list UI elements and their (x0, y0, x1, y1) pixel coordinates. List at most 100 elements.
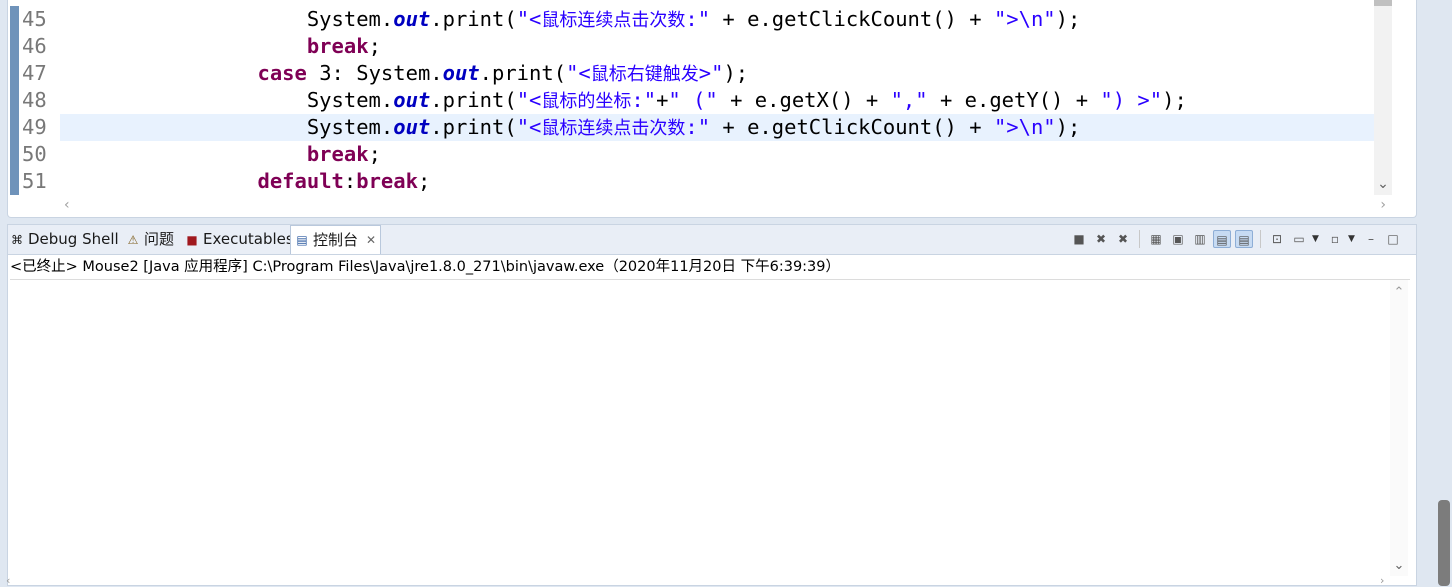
change-marker (10, 87, 19, 114)
scroll-lock-button[interactable]: ▣ (1169, 230, 1187, 248)
code-token: + e.getX() + (717, 88, 891, 112)
scroll-down-arrow-icon[interactable]: ⌄ (1392, 558, 1406, 574)
code-token: :" (685, 7, 711, 31)
code-token: break (306, 142, 369, 166)
tab-debug-shell[interactable]: ⌘ Debug Shell (10, 225, 119, 254)
console-vertical-scrollbar[interactable] (1390, 280, 1408, 576)
code-token: 鼠标的坐标 (541, 91, 632, 112)
code-token: .print( (430, 88, 517, 112)
change-marker (10, 33, 19, 60)
editor-horizontal-scrollbar[interactable]: ‹ › (60, 196, 1390, 214)
show-stdout-button[interactable]: ▤ (1213, 230, 1231, 248)
code-token: >" (698, 61, 724, 85)
code-line[interactable]: case 3: System.out.print("<鼠标右键触发>"); (60, 60, 1380, 87)
view-tab-bar: ⌘ Debug Shell ⚠ 问题 ■ Executables ▤ 控制台 ✕ ■ ✖ ✖ ▦ ▣ ▥ ▤… (8, 225, 1416, 255)
clear-console-button[interactable]: ▦ (1147, 230, 1165, 248)
code-token: + e.getClickCount() + (710, 115, 994, 139)
scroll-down-arrow-icon[interactable]: ⌄ (1376, 176, 1390, 192)
toolbar-separator (1260, 230, 1261, 248)
code-token: + (656, 88, 669, 112)
code-line[interactable]: default:break; (60, 168, 1380, 195)
code-token: ); (1055, 115, 1081, 139)
scroll-right-arrow-icon[interactable]: › (1372, 196, 1386, 214)
scroll-right-arrow-icon[interactable]: › (1380, 574, 1384, 587)
code-token: 鼠标右键触发 (590, 64, 699, 85)
tab-label: 问题 (144, 230, 175, 248)
code-token: System. (60, 88, 394, 112)
code-token: 鼠标连续点击次数 (541, 10, 686, 31)
code-line[interactable]: break; (60, 141, 1380, 168)
problems-icon: ⚠ (127, 232, 139, 247)
code-token: "< (516, 115, 542, 139)
code-token: ); (1055, 7, 1081, 31)
scroll-up-arrow-icon[interactable]: ⌃ (1392, 285, 1406, 301)
word-wrap-button[interactable]: ▥ (1191, 230, 1209, 248)
code-token: out (393, 115, 431, 139)
code-token: :" (631, 88, 657, 112)
code-token: out (442, 61, 480, 85)
scroll-left-arrow-icon[interactable]: ‹ (64, 196, 78, 214)
line-number: 50 (22, 142, 47, 166)
code-token: case (257, 61, 307, 85)
editor-scroll-thumb[interactable] (1374, 0, 1392, 6)
toolbar-separator (1139, 230, 1140, 248)
code-token: + e.getY() + (927, 88, 1101, 112)
editor-vertical-scrollbar[interactable] (1374, 0, 1392, 195)
code-token: + e.getClickCount() + (710, 7, 994, 31)
code-line[interactable]: System.out.print("<鼠标的坐标:"+" (" + e.getX… (60, 87, 1380, 114)
console-output[interactable] (8, 280, 1396, 585)
remove-launch-button[interactable]: ✖ (1092, 230, 1110, 248)
line-number: 51 (22, 169, 47, 193)
code-token: .print( (479, 61, 567, 85)
window-scroll-thumb[interactable] (1438, 500, 1450, 586)
console-panel: ⌘ Debug Shell ⚠ 问题 ■ Executables ▤ 控制台 ✕ ■ ✖ ✖ ▦ ▣ ▥ ▤… (7, 224, 1417, 586)
console-status-line: <已终止> Mouse2 [Java 应用程序] C:\Program File… (10, 255, 1410, 280)
tab-executables[interactable]: ■ Executables (185, 225, 294, 254)
terminate-button[interactable]: ■ (1070, 230, 1088, 248)
code-token: "< (516, 7, 542, 31)
code-token: ); (723, 61, 749, 85)
code-line[interactable]: break; (60, 33, 1380, 60)
close-tab-icon[interactable]: ✕ (366, 226, 376, 255)
line-number: 47 (22, 61, 47, 85)
minimize-button[interactable]: – (1362, 230, 1380, 248)
code-token: ">\n" (993, 7, 1056, 31)
annotation-ruler (8, 0, 22, 195)
maximize-button[interactable]: □ (1384, 230, 1402, 248)
scroll-left-arrow-icon[interactable]: ‹ (6, 574, 10, 587)
code-area[interactable]: System.out.print("<鼠标连续点击次数:" + e.getCli… (60, 0, 1380, 195)
open-console-button[interactable]: ▫ (1326, 230, 1344, 248)
code-token: ; (417, 169, 431, 193)
code-token: ; (368, 142, 381, 166)
code-token: .print( (430, 115, 517, 139)
dropdown-arrow-icon[interactable]: ▼ (1348, 230, 1358, 248)
code-token: "," (890, 88, 928, 112)
tab-console[interactable]: ▤ 控制台 ✕ (290, 225, 382, 255)
tab-label: Debug Shell (28, 230, 119, 248)
code-token: out (393, 88, 431, 112)
tab-problems[interactable]: ⚠ 问题 (126, 225, 174, 254)
dropdown-arrow-icon[interactable]: ▼ (1312, 230, 1322, 248)
tab-label: Executables (203, 230, 294, 248)
change-marker (10, 114, 19, 141)
code-token: System. (60, 7, 394, 31)
show-stderr-button[interactable]: ▤ (1235, 230, 1253, 248)
console-icon: ▤ (296, 233, 308, 247)
line-number: 46 (22, 34, 47, 58)
tab-label: 控制台 (313, 230, 359, 249)
code-token: :" (685, 115, 711, 139)
remove-all-terminated-button[interactable]: ✖ (1114, 230, 1132, 248)
code-line[interactable]: System.out.print("<鼠标连续点击次数:" + e.getCli… (60, 6, 1380, 33)
code-editor[interactable]: System.out.print("<鼠标连续点击次数:" + e.getCli… (7, 0, 1417, 218)
code-token: ") >" (1100, 88, 1163, 112)
code-token: default (257, 169, 344, 193)
display-console-button[interactable]: ▭ (1290, 230, 1308, 248)
code-token: System. (60, 115, 394, 139)
change-marker (10, 168, 19, 195)
line-number: 49 (22, 115, 47, 139)
code-line[interactable]: System.out.print("<鼠标连续点击次数:" + e.getCli… (60, 114, 1380, 141)
pin-console-button[interactable]: ⊡ (1268, 230, 1286, 248)
